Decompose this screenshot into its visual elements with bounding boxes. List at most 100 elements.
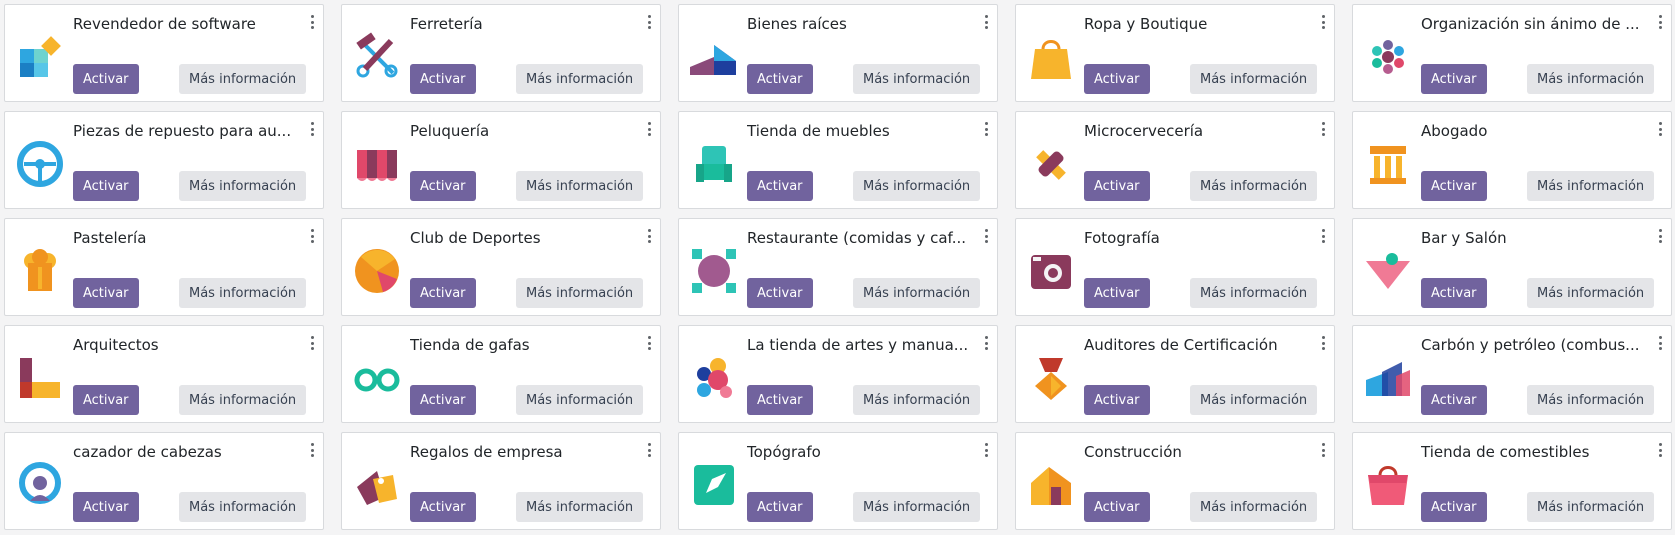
kebab-menu-icon[interactable]	[309, 15, 315, 29]
activate-button[interactable]: Activar	[1421, 278, 1487, 308]
kebab-menu-icon[interactable]	[309, 443, 315, 457]
kebab-menu-icon[interactable]	[1657, 336, 1663, 350]
kebab-menu-icon[interactable]	[1320, 229, 1326, 243]
more-info-button[interactable]: Más información	[516, 385, 644, 415]
more-info-button[interactable]: Más información	[1527, 171, 1655, 201]
kebab-menu-icon[interactable]	[983, 122, 989, 136]
module-title: Pastelería	[73, 229, 147, 247]
kebab-menu-icon[interactable]	[1320, 122, 1326, 136]
restaurant-icon	[688, 245, 740, 297]
kebab-menu-icon[interactable]	[1657, 229, 1663, 243]
kebab-menu-icon[interactable]	[309, 229, 315, 243]
activate-button[interactable]: Activar	[73, 278, 139, 308]
activate-button[interactable]: Activar	[410, 278, 476, 308]
module-title: Fotografía	[1084, 229, 1160, 247]
kebab-menu-icon[interactable]	[646, 336, 652, 350]
activate-button[interactable]: Activar	[747, 278, 813, 308]
module-card: Piezas de repuesto para au... Activar Más …	[4, 111, 324, 209]
more-info-button[interactable]: Más información	[853, 278, 981, 308]
module-title: Ferretería	[410, 15, 483, 33]
activate-button[interactable]: Activar	[1421, 64, 1487, 94]
activate-button[interactable]: Activar	[1084, 385, 1150, 415]
activate-button[interactable]: Activar	[410, 385, 476, 415]
activate-button[interactable]: Activar	[1084, 64, 1150, 94]
activate-button[interactable]: Activar	[410, 171, 476, 201]
more-info-button[interactable]: Más información	[1190, 64, 1318, 94]
more-info-button[interactable]: Más información	[179, 64, 307, 94]
kebab-menu-icon[interactable]	[646, 15, 652, 29]
more-info-button[interactable]: Más información	[516, 64, 644, 94]
activate-button[interactable]: Activar	[73, 492, 139, 522]
module-title: Auditores de Certificación	[1084, 336, 1278, 354]
module-card: Revendedor de software Activar Más informa…	[4, 4, 324, 102]
surveyor-icon	[688, 459, 740, 511]
kebab-menu-icon[interactable]	[983, 336, 989, 350]
construction-icon	[1025, 459, 1077, 511]
activate-button[interactable]: Activar	[410, 64, 476, 94]
activate-button[interactable]: Activar	[73, 171, 139, 201]
module-title: Tienda de gafas	[410, 336, 530, 354]
kebab-menu-icon[interactable]	[983, 229, 989, 243]
activate-button[interactable]: Activar	[1421, 492, 1487, 522]
activate-button[interactable]: Activar	[747, 492, 813, 522]
module-card: Restaurante (comidas y caf... Activar Más …	[678, 218, 998, 316]
more-info-button[interactable]: Más información	[1527, 64, 1655, 94]
kebab-menu-icon[interactable]	[983, 443, 989, 457]
kebab-menu-icon[interactable]	[1320, 15, 1326, 29]
activate-button[interactable]: Activar	[410, 492, 476, 522]
more-info-button[interactable]: Más información	[853, 492, 981, 522]
more-info-button[interactable]: Más información	[853, 385, 981, 415]
activate-button[interactable]: Activar	[1421, 171, 1487, 201]
kebab-menu-icon[interactable]	[646, 229, 652, 243]
module-card: Pastelería Activar Más información	[4, 218, 324, 316]
more-info-button[interactable]: Más información	[1527, 492, 1655, 522]
more-info-button[interactable]: Más información	[853, 171, 981, 201]
module-card: Fotografía Activar Más información	[1015, 218, 1335, 316]
more-info-button[interactable]: Más información	[1190, 492, 1318, 522]
module-card: Carbón y petróleo (combus... Activar Más i…	[1352, 325, 1672, 423]
module-card: Ropa y Boutique Activar Más información	[1015, 4, 1335, 102]
activate-button[interactable]: Activar	[1084, 492, 1150, 522]
kebab-menu-icon[interactable]	[646, 443, 652, 457]
arts-crafts-icon	[688, 352, 740, 404]
kebab-menu-icon[interactable]	[309, 122, 315, 136]
kebab-menu-icon[interactable]	[983, 15, 989, 29]
activate-button[interactable]: Activar	[1084, 278, 1150, 308]
activate-button[interactable]: Activar	[73, 385, 139, 415]
kebab-menu-icon[interactable]	[1657, 443, 1663, 457]
more-info-button[interactable]: Más información	[179, 171, 307, 201]
activate-button[interactable]: Activar	[747, 385, 813, 415]
module-title: Peluquería	[410, 122, 490, 140]
module-title: Topógrafo	[747, 443, 821, 461]
kebab-menu-icon[interactable]	[1320, 336, 1326, 350]
activate-button[interactable]: Activar	[747, 171, 813, 201]
more-info-button[interactable]: Más información	[1527, 385, 1655, 415]
more-info-button[interactable]: Más información	[179, 385, 307, 415]
more-info-button[interactable]: Más información	[853, 64, 981, 94]
activate-button[interactable]: Activar	[73, 64, 139, 94]
more-info-button[interactable]: Más información	[516, 278, 644, 308]
sports-club-icon	[351, 245, 403, 297]
module-title: Arquitectos	[73, 336, 159, 354]
kebab-menu-icon[interactable]	[1657, 122, 1663, 136]
activate-button[interactable]: Activar	[1084, 171, 1150, 201]
activate-button[interactable]: Activar	[747, 64, 813, 94]
corporate-gifts-icon	[351, 459, 403, 511]
real-estate-icon	[688, 31, 740, 83]
kebab-menu-icon[interactable]	[646, 122, 652, 136]
module-card: Bienes raíces Activar Más información	[678, 4, 998, 102]
more-info-button[interactable]: Más información	[1190, 385, 1318, 415]
more-info-button[interactable]: Más información	[179, 492, 307, 522]
more-info-button[interactable]: Más información	[1190, 171, 1318, 201]
kebab-menu-icon[interactable]	[309, 336, 315, 350]
more-info-button[interactable]: Más información	[1527, 278, 1655, 308]
more-info-button[interactable]: Más información	[516, 492, 644, 522]
activate-button[interactable]: Activar	[1421, 385, 1487, 415]
kebab-menu-icon[interactable]	[1320, 443, 1326, 457]
more-info-button[interactable]: Más información	[516, 171, 644, 201]
more-info-button[interactable]: Más información	[179, 278, 307, 308]
software-reseller-icon	[14, 31, 66, 83]
hair-salon-icon	[351, 138, 403, 190]
more-info-button[interactable]: Más información	[1190, 278, 1318, 308]
kebab-menu-icon[interactable]	[1657, 15, 1663, 29]
